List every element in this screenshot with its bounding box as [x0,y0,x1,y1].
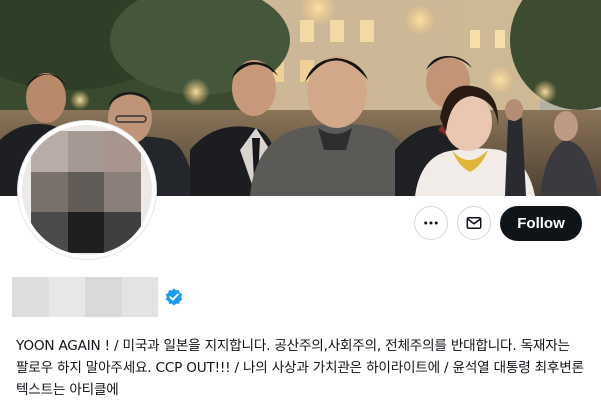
display-name-row [12,276,184,318]
avatar-pixelation [31,131,141,253]
verified-badge-icon[interactable] [164,287,184,307]
more-horizontal-icon [424,221,438,225]
profile-bio: YOON AGAIN ! / 미국과 일본을 지지합니다. 공산주의,사회주의,… [16,338,584,398]
follow-button[interactable]: Follow [500,206,582,241]
more-options-button[interactable] [414,206,448,240]
profile-page: Follow YOON AGAIN ! / 미국과 일본을 지지합니다. 공산주… [0,0,601,404]
envelope-icon [466,217,482,229]
follow-button-label: Follow [517,215,565,232]
display-name-obscured [12,277,158,317]
message-button[interactable] [457,206,491,240]
avatar-image [22,125,152,255]
profile-avatar[interactable] [18,121,156,259]
